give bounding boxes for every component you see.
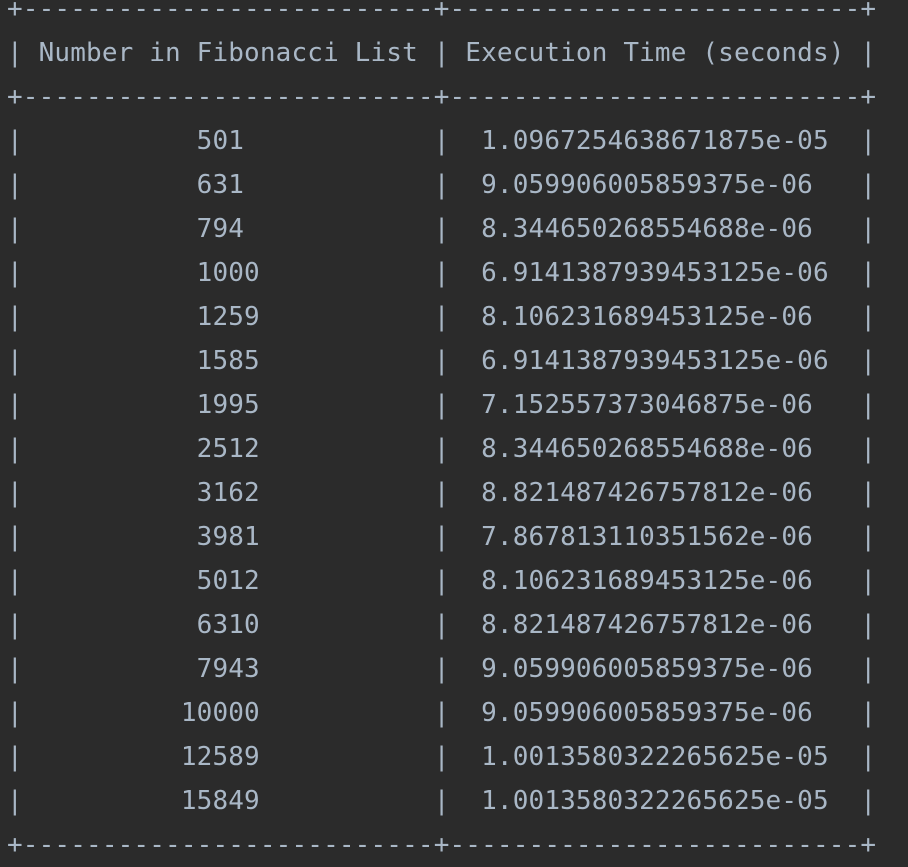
terminal-output: +--------------------------+------------… — [7, 0, 897, 867]
table-row: | 6310 | 8.821487426757812e-06 | — [7, 610, 877, 640]
table-row: | 3162 | 8.821487426757812e-06 | — [7, 478, 877, 508]
table-row: | 501 | 1.0967254638671875e-05 | — [7, 126, 877, 156]
table-row: | 7943 | 9.059906005859375e-06 | — [7, 654, 877, 684]
table-row: | 12589 | 1.0013580322265625e-05 | — [7, 742, 877, 772]
table-row: | 2512 | 8.344650268554688e-06 | — [7, 434, 877, 464]
table-border-top: +--------------------------+------------… — [7, 0, 877, 24]
table-row: | 1995 | 7.152557373046875e-06 | — [7, 390, 877, 420]
table-row: | 15849 | 1.0013580322265625e-05 | — [7, 786, 877, 816]
table-row: | 10000 | 9.059906005859375e-06 | — [7, 698, 877, 728]
table-row: | 5012 | 8.106231689453125e-06 | — [7, 566, 877, 596]
table-row: | 1259 | 8.106231689453125e-06 | — [7, 302, 877, 332]
table-row: | 631 | 9.059906005859375e-06 | — [7, 170, 877, 200]
table-border-bottom: +--------------------------+------------… — [7, 830, 877, 860]
table-row: | 1585 | 6.9141387939453125e-06 | — [7, 346, 877, 376]
table-header-row: | Number in Fibonacci List | Execution T… — [7, 38, 877, 68]
table-border-mid: +--------------------------+------------… — [7, 82, 877, 112]
table-row: | 1000 | 6.9141387939453125e-06 | — [7, 258, 877, 288]
table-row: | 794 | 8.344650268554688e-06 | — [7, 214, 877, 244]
table-row: | 3981 | 7.867813110351562e-06 | — [7, 522, 877, 552]
